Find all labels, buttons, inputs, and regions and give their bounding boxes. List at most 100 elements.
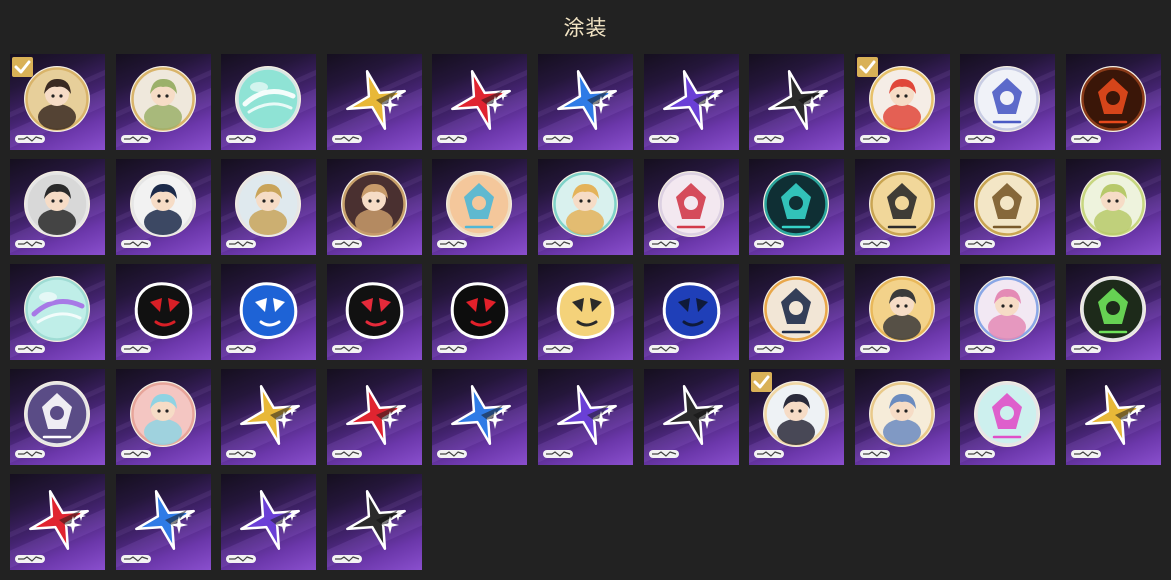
vehicle-type-icon [15,345,45,353]
vehicle-type-icon [331,555,362,563]
skin-tile[interactable] [960,264,1056,360]
vehicle-type-icon [331,345,362,353]
vehicle-type-icon [437,450,468,458]
vehicle-type-icon [1070,240,1101,248]
skin-tile[interactable] [749,159,845,255]
vehicle-type-icon [226,450,257,458]
vehicle-type-icon [120,240,151,248]
skin-tile[interactable] [115,54,211,150]
skin-grid [10,54,1161,570]
skin-tile[interactable] [1065,54,1161,150]
checkmark-icon [856,57,878,77]
vehicle-type-icon [648,240,679,248]
checkmark-icon [751,372,773,392]
vehicle-type-icon [859,450,890,458]
skin-tile[interactable] [326,159,422,255]
skin-tile[interactable] [10,474,105,570]
skin-tile[interactable] [1065,369,1161,465]
skin-tile[interactable] [221,369,317,465]
skin-tile[interactable] [432,54,528,150]
vehicle-type-icon [120,555,151,563]
vehicle-type-icon [648,135,679,143]
skin-tile[interactable] [1065,264,1161,360]
skin-tile[interactable] [326,54,422,150]
vehicle-type-icon [754,450,785,458]
vehicle-type-icon [331,135,362,143]
skin-tile[interactable] [643,159,739,255]
vehicle-type-icon [120,345,151,353]
skin-tile[interactable] [960,159,1056,255]
vehicle-type-icon [1070,135,1101,143]
skin-tile[interactable] [115,159,211,255]
skin-tile[interactable] [432,264,528,360]
skin-tile[interactable] [749,54,845,150]
vehicle-type-icon [754,135,785,143]
vehicle-type-icon [437,135,468,143]
vehicle-type-icon [226,135,257,143]
vehicle-type-icon [648,345,679,353]
vehicle-type-icon [542,345,573,353]
vehicle-type-icon [15,450,45,458]
skin-tile[interactable] [10,369,105,465]
skin-tile[interactable] [10,159,105,255]
skin-tile[interactable] [1065,159,1161,255]
vehicle-type-icon [859,135,890,143]
vehicle-type-icon [226,240,257,248]
skin-tile[interactable] [537,54,633,150]
vehicle-type-icon [1070,345,1101,353]
vehicle-type-icon [437,345,468,353]
skin-tile[interactable] [854,264,950,360]
skin-tile[interactable] [326,369,422,465]
skin-tile[interactable] [854,54,950,150]
skin-tile[interactable] [643,264,739,360]
vehicle-type-icon [542,135,573,143]
vehicle-type-icon [15,555,45,563]
skin-tile[interactable] [960,369,1056,465]
skin-tile[interactable] [537,264,633,360]
skin-tile[interactable] [115,369,211,465]
skin-tile[interactable] [326,264,422,360]
skin-tile[interactable] [643,54,739,150]
skin-tile[interactable] [749,369,845,465]
vehicle-type-icon [754,345,785,353]
vehicle-type-icon [226,555,257,563]
skin-tile[interactable] [326,474,422,570]
vehicle-type-icon [859,345,890,353]
skin-tile[interactable] [432,369,528,465]
skin-tile[interactable] [854,369,950,465]
vehicle-type-icon [965,135,996,143]
vehicle-type-icon [965,450,996,458]
vehicle-type-icon [1070,450,1101,458]
vehicle-type-icon [542,240,573,248]
skin-tile[interactable] [960,54,1056,150]
skin-tile[interactable] [10,264,105,360]
skin-tile[interactable] [115,264,211,360]
vehicle-type-icon [542,450,573,458]
vehicle-type-icon [226,345,257,353]
skin-tile[interactable] [749,264,845,360]
vehicle-type-icon [120,450,151,458]
vehicle-type-icon [120,135,151,143]
vehicle-type-icon [859,240,890,248]
skin-tile[interactable] [10,54,105,150]
vehicle-type-icon [437,240,468,248]
vehicle-type-icon [15,240,45,248]
vehicle-type-icon [15,135,45,143]
checkmark-icon [12,57,33,77]
skin-tile[interactable] [221,54,317,150]
skin-tile[interactable] [221,264,317,360]
skin-tile[interactable] [537,369,633,465]
vehicle-type-icon [965,240,996,248]
vehicle-type-icon [648,450,679,458]
vehicle-type-icon [331,450,362,458]
vehicle-type-icon [331,240,362,248]
skin-tile[interactable] [115,474,211,570]
skin-tile[interactable] [643,369,739,465]
skin-tile[interactable] [537,159,633,255]
page-title: 涂装 [563,16,608,40]
skin-tile[interactable] [432,159,528,255]
skin-tile[interactable] [854,159,950,255]
skin-tile[interactable] [221,474,317,570]
vehicle-type-icon [754,240,785,248]
skin-tile[interactable] [221,159,317,255]
